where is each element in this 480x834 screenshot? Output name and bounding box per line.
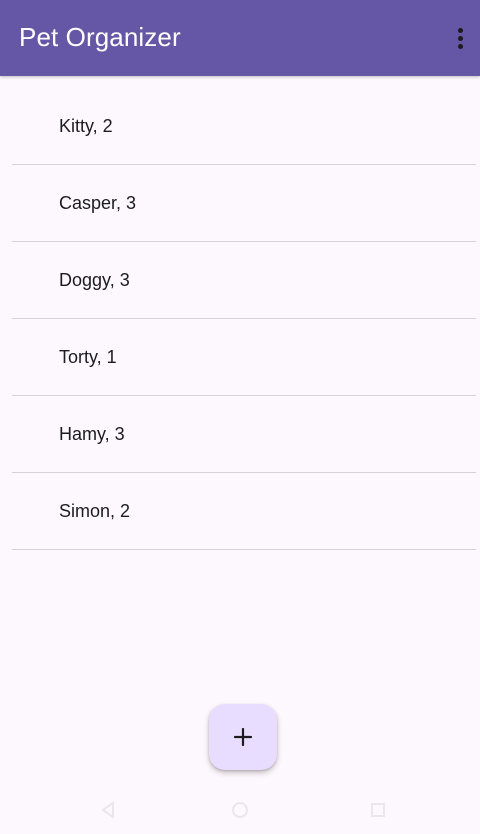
pet-label: Torty, 1 <box>59 347 117 367</box>
pet-label: Simon, 2 <box>59 501 131 521</box>
pet-label: Doggy, 3 <box>59 270 130 290</box>
add-icon <box>233 727 253 747</box>
add-pet-button[interactable] <box>209 704 277 770</box>
more-options-button[interactable] <box>448 22 472 54</box>
list-item[interactable]: Casper, 3 <box>12 165 476 242</box>
home-icon[interactable] <box>230 800 250 820</box>
system-navigation-bar <box>0 798 480 822</box>
pet-label: Hamy, 3 <box>59 424 125 444</box>
more-vert-icon-dot <box>457 43 463 49</box>
app-title: Pet Organizer <box>19 22 181 52</box>
back-icon[interactable] <box>98 800 118 820</box>
list-item[interactable]: Torty, 1 <box>12 319 476 396</box>
list-item[interactable]: Doggy, 3 <box>12 242 476 319</box>
list-item[interactable]: Kitty, 2 <box>12 88 476 165</box>
pet-label: Casper, 3 <box>59 193 137 213</box>
list-item[interactable]: Simon, 2 <box>12 473 476 550</box>
app-bar: Pet Organizer <box>0 0 480 76</box>
pet-label: Kitty, 2 <box>59 116 113 136</box>
list-item[interactable]: Hamy, 3 <box>12 396 476 473</box>
recents-icon[interactable] <box>368 800 388 820</box>
pet-list: Kitty, 2 Casper, 3 Doggy, 3 Torty, 1 Ham… <box>12 88 476 550</box>
more-vert-icon-dot <box>457 35 463 41</box>
more-vert-icon <box>457 27 463 33</box>
